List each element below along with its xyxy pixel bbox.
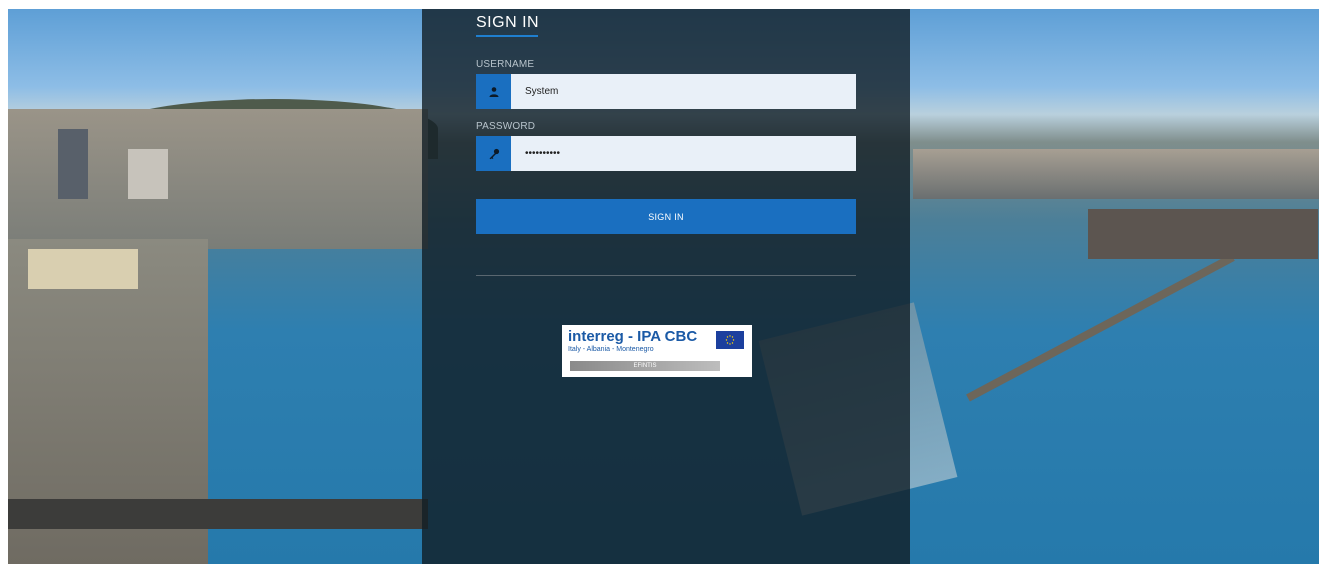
password-label: PASSWORD [476, 121, 536, 132]
interreg-logo: interreg - IPA CBC Italy - Albania - Mon… [562, 325, 752, 377]
username-field-group [476, 74, 856, 109]
username-input[interactable] [511, 74, 856, 109]
logo-project-name: EFINTIS [570, 361, 720, 371]
panel-divider [476, 275, 856, 276]
key-icon [476, 136, 511, 171]
eu-flag-icon [716, 331, 744, 349]
title-underline [476, 35, 538, 37]
page-title: SIGN IN [476, 14, 540, 31]
username-label: USERNAME [476, 59, 535, 70]
user-icon [476, 74, 511, 109]
sign-in-button[interactable]: SIGN IN [476, 199, 856, 234]
password-field-group [476, 136, 856, 171]
password-input[interactable] [511, 136, 856, 171]
